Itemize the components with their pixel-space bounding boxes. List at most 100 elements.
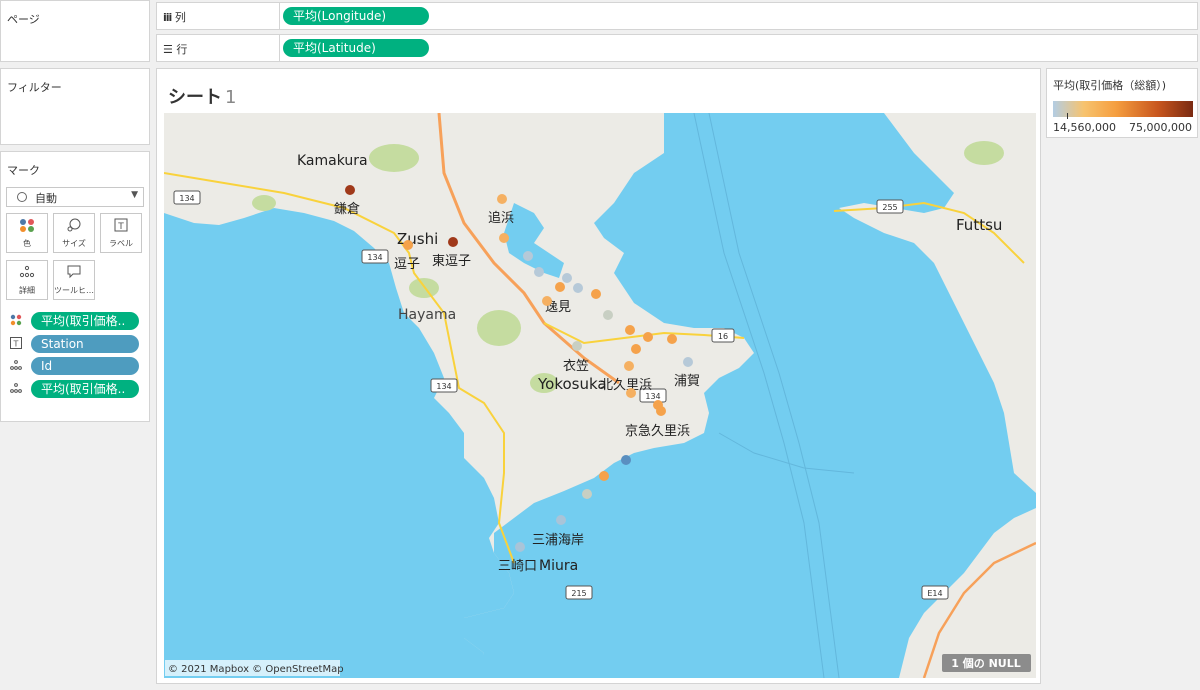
legend-title: 平均(取引価格（総額）): [1053, 79, 1167, 92]
longitude-pill[interactable]: 平均(Longitude): [283, 7, 429, 25]
rows-icon: ☰: [163, 43, 173, 56]
data-point[interactable]: [555, 282, 565, 292]
map-attribution[interactable]: © 2021 Mapbox © OpenStreetMap: [168, 664, 344, 675]
data-point[interactable]: [626, 388, 636, 398]
place-label: 追浜: [488, 210, 514, 226]
columns-icon: iii: [163, 11, 172, 24]
data-point[interactable]: [448, 237, 458, 247]
null-badge[interactable]: 1 個の NULL: [951, 656, 1020, 670]
road-shield: 134: [173, 190, 201, 205]
mark-type-dropdown[interactable]: 自動 ▼: [6, 187, 144, 207]
place-label: 逗子: [394, 257, 420, 272]
data-point[interactable]: [667, 334, 677, 344]
color-dots-icon: [7, 218, 47, 236]
sheet-title[interactable]: シート 1: [168, 83, 236, 109]
data-point[interactable]: [497, 194, 507, 204]
columns-shelf[interactable]: iii 列 平均(Longitude): [156, 2, 1198, 30]
data-point[interactable]: [534, 267, 544, 277]
data-point[interactable]: [515, 542, 525, 552]
data-point[interactable]: [499, 233, 509, 243]
label-icon: T: [101, 218, 141, 236]
road-shield: 16: [711, 328, 735, 343]
svg-text:134: 134: [367, 253, 382, 262]
data-point[interactable]: [643, 332, 653, 342]
pages-panel[interactable]: ページ: [0, 0, 150, 62]
color-encoding-pill[interactable]: 平均(取引価格..: [31, 312, 139, 330]
size-icon: [54, 218, 94, 236]
data-point[interactable]: [523, 251, 533, 261]
data-point[interactable]: [542, 296, 552, 306]
detail-button[interactable]: 詳細: [6, 260, 48, 300]
data-point[interactable]: [591, 289, 601, 299]
place-label: 衣笠: [563, 358, 589, 374]
tooltip-icon: [54, 265, 94, 283]
columns-shelf-text: 列: [174, 11, 186, 24]
legend-max: 75,000,000: [1129, 121, 1192, 134]
filters-panel-title: フィルター: [7, 81, 62, 94]
label-encoding-pill[interactable]: Station: [31, 335, 139, 353]
color-legend[interactable]: 平均(取引価格（総額）) 14,560,000 75,000,000: [1046, 68, 1198, 138]
tooltip-button-label: ツールヒ…: [54, 286, 94, 295]
place-label: 京急久里浜: [625, 424, 690, 439]
label-button[interactable]: T ラベル: [100, 213, 142, 253]
green-area: [477, 310, 521, 346]
worksheet: シート 1 134 134 134 16 134 255 215 E14 Kam…: [156, 68, 1041, 684]
data-point[interactable]: [573, 283, 583, 293]
chevron-down-icon: ▼: [131, 190, 138, 200]
latitude-pill[interactable]: 平均(Latitude): [283, 39, 429, 57]
pages-panel-title: ページ: [7, 13, 40, 26]
green-area: [252, 195, 276, 211]
data-point[interactable]: [582, 489, 592, 499]
svg-text:134: 134: [436, 382, 451, 391]
map-view[interactable]: 134 134 134 16 134 255 215 E14 Kamakura …: [164, 113, 1036, 678]
place-label: Hayama: [398, 307, 456, 323]
legend-gradient: [1053, 101, 1193, 117]
rows-shelf-text: 行: [176, 43, 188, 56]
road-shield: 215: [565, 585, 593, 600]
svg-text:T: T: [13, 340, 19, 349]
rows-shelf[interactable]: ☰ 行 平均(Latitude): [156, 34, 1198, 62]
place-label: 鎌倉: [334, 202, 360, 217]
data-point[interactable]: [621, 455, 631, 465]
road-shield: 134: [430, 378, 458, 393]
tooltip-button[interactable]: ツールヒ…: [53, 260, 95, 300]
data-point[interactable]: [683, 357, 693, 367]
data-point[interactable]: [572, 341, 582, 351]
green-area: [369, 144, 419, 172]
data-point[interactable]: [403, 240, 413, 250]
color-dots-icon: [9, 314, 23, 328]
size-button[interactable]: サイズ: [53, 213, 95, 253]
data-point[interactable]: [656, 406, 666, 416]
data-point[interactable]: [625, 325, 635, 335]
detail-encoding-pill[interactable]: Id: [31, 357, 139, 375]
circle-icon: [17, 192, 27, 202]
label-icon: T: [9, 337, 23, 351]
detail-icon: [9, 382, 23, 396]
svg-text:T: T: [117, 222, 124, 232]
detail-button-label: 詳細: [19, 286, 35, 295]
data-point[interactable]: [599, 471, 609, 481]
data-point[interactable]: [556, 515, 566, 525]
data-point[interactable]: [624, 361, 634, 371]
place-label: Yokosuka: [537, 375, 607, 393]
place-label: 北久里浜: [600, 378, 652, 393]
filters-panel[interactable]: フィルター: [0, 68, 150, 145]
road-shield: E14: [921, 585, 949, 600]
svg-text:16: 16: [718, 332, 728, 341]
detail-encoding-pill[interactable]: 平均(取引価格..: [31, 380, 139, 398]
data-point[interactable]: [345, 185, 355, 195]
place-label: Futtsu: [956, 216, 1002, 234]
data-point[interactable]: [562, 273, 572, 283]
detail-icon: [7, 265, 47, 283]
columns-shelf-label: iii 列: [163, 9, 186, 25]
place-label: 三崎口: [498, 559, 537, 574]
road-shield: 255: [876, 199, 904, 214]
shelf-divider: [279, 35, 280, 61]
sheet-title-text: シート: [168, 87, 222, 108]
detail-icon: [9, 359, 23, 373]
sheet-title-number: 1: [225, 87, 237, 108]
data-point[interactable]: [603, 310, 613, 320]
rows-shelf-label: ☰ 行: [163, 41, 187, 57]
color-button[interactable]: 色: [6, 213, 48, 253]
data-point[interactable]: [631, 344, 641, 354]
